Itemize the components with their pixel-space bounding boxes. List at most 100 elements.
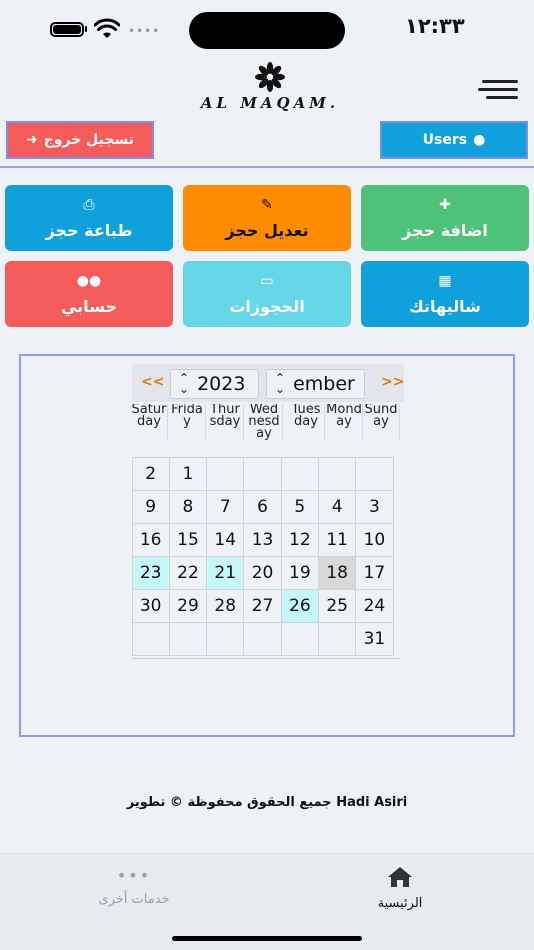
more-dots-icon: ••• bbox=[116, 866, 152, 885]
calendar-day[interactable]: 25 bbox=[317, 588, 357, 623]
calendar-day[interactable]: 4 bbox=[317, 489, 357, 524]
menu-icon bbox=[482, 80, 518, 83]
next-month-button[interactable]: >> bbox=[381, 374, 404, 390]
calendar-empty-cell bbox=[317, 456, 357, 491]
calendar-day[interactable]: 3 bbox=[355, 489, 394, 524]
logout-button[interactable]: ➜ تسجيل خروج bbox=[6, 121, 154, 159]
my-chalets-button[interactable]: ▦ شاليهاتك bbox=[361, 261, 529, 327]
select-chevron-icon: ⌃ ⌄ bbox=[275, 371, 286, 396]
month-select[interactable]: ⌃ ⌄ ember bbox=[266, 369, 365, 399]
calendar-day[interactable]: 13 bbox=[243, 522, 282, 557]
user-icon: ● bbox=[473, 132, 486, 148]
calendar-empty-cell bbox=[206, 456, 245, 491]
print-booking-label: طباعة حجز bbox=[45, 220, 133, 240]
copyright-footer: جميع الحقوق محفوظة © تطوير Hadi Asiri bbox=[126, 795, 408, 810]
home-icon bbox=[388, 867, 412, 887]
calendar-day[interactable]: 11 bbox=[317, 522, 357, 557]
battery-icon bbox=[50, 22, 84, 37]
weekday-header: Thursday bbox=[207, 404, 244, 440]
calendar-day[interactable]: 9 bbox=[131, 489, 170, 524]
add-booking-label: اضافة حجز bbox=[402, 220, 488, 240]
calendar-day[interactable]: 31 bbox=[355, 621, 394, 656]
weekday-header: Wednesday bbox=[246, 404, 283, 440]
year-select[interactable]: ⌃ ⌄ 2023 bbox=[170, 369, 259, 399]
wifi-icon bbox=[94, 18, 120, 38]
calendar-empty-cell bbox=[131, 621, 170, 656]
users-label: Users bbox=[422, 132, 468, 148]
add-booking-button[interactable]: ✚ اضافة حجز bbox=[361, 185, 529, 251]
calendar-day[interactable]: 16 bbox=[131, 522, 170, 557]
id-card-icon: ▭ bbox=[260, 272, 274, 289]
dynamic-island bbox=[189, 12, 345, 49]
users-button[interactable]: Users ● bbox=[380, 121, 528, 159]
edit-icon: ✎ bbox=[261, 196, 273, 213]
weekday-header: Monday bbox=[326, 404, 363, 440]
tab-more-services[interactable]: ••• خدمات أخرى bbox=[90, 866, 178, 907]
flower-logo-icon bbox=[255, 62, 285, 92]
status-time: ١٢:٣٣ bbox=[405, 14, 465, 38]
logout-label: تسجيل خروج bbox=[43, 132, 134, 148]
bookings-label: الحجوزات bbox=[229, 296, 305, 316]
bookings-button[interactable]: ▭ الحجوزات bbox=[183, 261, 351, 327]
print-icon: ⎙ bbox=[83, 196, 95, 213]
calendar-day[interactable]: 1 bbox=[168, 456, 208, 491]
plus-square-icon: ✚ bbox=[439, 196, 451, 213]
calendar-day[interactable]: 8 bbox=[168, 489, 208, 524]
tab-more-label: خدمات أخرى bbox=[98, 892, 170, 907]
tab-home-label: الرئيسية bbox=[377, 896, 423, 911]
my-account-label: حسابي bbox=[60, 296, 117, 316]
calendar-day[interactable]: 30 bbox=[131, 588, 170, 623]
logout-icon: ➜ bbox=[25, 132, 38, 148]
calendar-day[interactable]: 18 bbox=[317, 555, 357, 590]
logo-text: AL MAQAM. bbox=[200, 94, 340, 112]
calendar-empty-cell bbox=[317, 621, 357, 656]
calendar-day[interactable]: 15 bbox=[168, 522, 208, 557]
calendar-day[interactable]: 26 bbox=[280, 588, 319, 623]
calendar-day[interactable]: 20 bbox=[243, 555, 282, 590]
header-divider bbox=[0, 166, 534, 168]
users-icon: ●● bbox=[76, 272, 102, 289]
calendar-day[interactable]: 14 bbox=[206, 522, 245, 557]
calendar-empty-cell bbox=[355, 456, 394, 491]
weekday-header: Saturday bbox=[131, 404, 168, 440]
year-value: 2023 bbox=[197, 373, 246, 395]
calendar-day[interactable]: 7 bbox=[206, 489, 245, 524]
app-logo: AL MAQAM. bbox=[200, 62, 340, 114]
calendar-day[interactable]: 19 bbox=[280, 555, 319, 590]
calendar-empty-cell bbox=[206, 621, 245, 656]
calendar-grid-bottom bbox=[132, 658, 400, 659]
menu-button[interactable] bbox=[478, 80, 518, 102]
calendar-day[interactable]: 28 bbox=[206, 588, 245, 623]
home-indicator bbox=[172, 936, 362, 941]
calendar-day[interactable]: 22 bbox=[168, 555, 208, 590]
calendar-day[interactable]: 6 bbox=[243, 489, 282, 524]
status-bar: •••• ١٢:٣٣ bbox=[0, 0, 534, 58]
calendar-day[interactable]: 2 bbox=[131, 456, 170, 491]
calendar-day[interactable]: 24 bbox=[355, 588, 394, 623]
building-icon: ▦ bbox=[438, 272, 452, 289]
print-booking-button[interactable]: ⎙ طباعة حجز bbox=[5, 185, 173, 251]
weekday-header: Tuesday bbox=[288, 404, 325, 440]
calendar-empty-cell bbox=[280, 456, 319, 491]
calendar-day[interactable]: 27 bbox=[243, 588, 282, 623]
calendar-day[interactable]: 17 bbox=[355, 555, 394, 590]
battery-tip bbox=[85, 26, 87, 32]
calendar-day[interactable]: 29 bbox=[168, 588, 208, 623]
my-chalets-label: شاليهاتك bbox=[409, 296, 481, 316]
calendar-day[interactable]: 23 bbox=[131, 555, 170, 590]
tab-home[interactable]: الرئيسية bbox=[360, 866, 440, 911]
calendar-day[interactable]: 10 bbox=[355, 522, 394, 557]
edit-booking-label: تعديل حجز bbox=[225, 220, 309, 240]
calendar-empty-cell bbox=[243, 621, 282, 656]
edit-booking-button[interactable]: ✎ تعديل حجز bbox=[183, 185, 351, 251]
select-chevron-icon: ⌃ ⌄ bbox=[179, 371, 190, 396]
month-value: ember bbox=[293, 373, 355, 395]
previous-month-button[interactable]: << bbox=[141, 374, 164, 390]
calendar-empty-cell bbox=[168, 621, 208, 656]
my-account-button[interactable]: ●● حسابي bbox=[5, 261, 173, 327]
cellular-signal-icon: •••• bbox=[128, 24, 161, 38]
calendar-day[interactable]: 12 bbox=[280, 522, 319, 557]
calendar-day[interactable]: 5 bbox=[280, 489, 319, 524]
calendar-day[interactable]: 21 bbox=[206, 555, 245, 590]
calendar-empty-cell bbox=[280, 621, 319, 656]
